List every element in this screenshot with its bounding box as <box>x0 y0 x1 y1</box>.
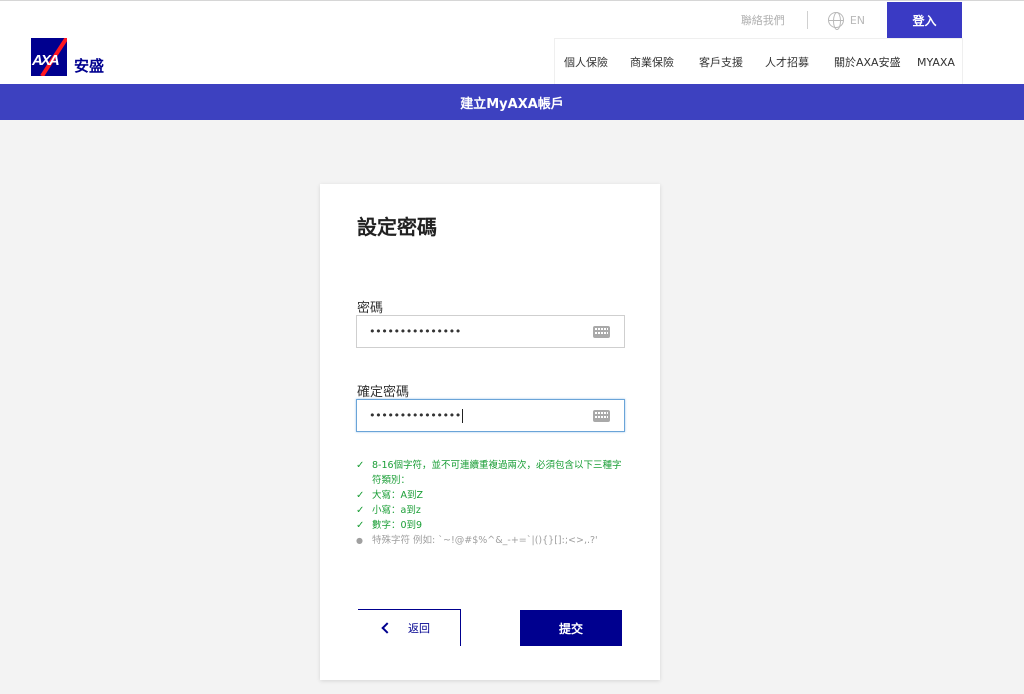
login-button[interactable]: 登入 <box>887 2 962 38</box>
rule-text: 小寫：a到z <box>372 505 421 516</box>
page-banner: 建立MyAXA帳戶 <box>0 84 1024 120</box>
nav-personal-insurance[interactable]: 個人保險 <box>564 54 608 70</box>
nav-customer-support[interactable]: 客戶支援 <box>699 54 743 70</box>
axa-logo[interactable]: AXA 安盛 <box>31 38 104 76</box>
keyboard-icon[interactable] <box>593 410 610 422</box>
rule-text: 數字：0到9 <box>372 520 423 531</box>
nav-business-insurance[interactable]: 商業保險 <box>630 54 674 70</box>
utility-divider <box>806 11 808 29</box>
axa-logo-mark: AXA <box>31 38 67 76</box>
utility-bar: 聯絡我們 EN 登入 <box>741 2 1024 38</box>
rule-item: ● 特殊字符 例如: `~!@#$%^&_-+=`|(){}[]:;<>,.?' <box>356 533 626 548</box>
chevron-left-icon <box>381 622 393 634</box>
main-nav: 個人保險 商業保險 客戶支援 人才招募 關於AXA安盛 MYAXA <box>555 39 962 85</box>
set-password-card: 設定密碼 密碼 ••••••••••••••• 確定密碼 •••••••••••… <box>320 184 660 680</box>
rule-item: ✓ 小寫：a到z <box>356 503 626 518</box>
check-icon: ✓ <box>356 490 365 501</box>
check-icon: ✓ <box>356 460 365 471</box>
contact-us-link[interactable]: 聯絡我們 <box>741 12 807 28</box>
nav-about-axa[interactable]: 關於AXA安盛 <box>834 54 901 70</box>
rule-item: ✓ 8‑16個字符，並不可連續重複過兩次，必須包含以下三種字符類別： <box>356 458 626 488</box>
banner-title: 建立MyAXA帳戶 <box>460 96 564 112</box>
submit-button[interactable]: 提交 <box>520 610 622 646</box>
form-title: 設定密碼 <box>357 215 437 239</box>
password-rules: ✓ 8‑16個字符，並不可連續重複過兩次，必須包含以下三種字符類別： ✓ 大寫：… <box>356 458 626 548</box>
text-caret <box>461 408 463 423</box>
logo-axa-text: AXA <box>32 52 60 69</box>
site-header: AXA 安盛 聯絡我們 EN 登入 個人保險 商業保險 客戶支援 人才招募 關於… <box>0 0 1024 85</box>
rule-text: 大寫：A到Z <box>372 490 424 501</box>
confirm-password-label: 確定密碼 <box>357 385 410 400</box>
globe-icon[interactable] <box>827 12 844 30</box>
language-switch[interactable]: EN <box>850 14 865 27</box>
rule-item: ✓ 大寫：A到Z <box>356 488 626 503</box>
check-icon: ✓ <box>356 505 365 516</box>
confirm-password-value: ••••••••••••••• <box>369 409 461 422</box>
keyboard-icon[interactable] <box>593 326 610 338</box>
password-field[interactable]: ••••••••••••••• <box>356 315 625 348</box>
rule-text: 特殊字符 例如: `~!@#$%^&_-+=`|(){}[]:;<>,.?' <box>372 535 598 546</box>
nav-myaxa[interactable]: MYAXA <box>917 56 955 69</box>
confirm-password-field[interactable]: ••••••••••••••• <box>356 399 625 432</box>
password-label: 密碼 <box>357 301 384 316</box>
rule-text: 8‑16個字符，並不可連續重複過兩次，必須包含以下三種字符類別： <box>372 460 622 486</box>
brand-name: 安盛 <box>74 56 105 75</box>
password-value: ••••••••••••••• <box>369 325 461 338</box>
back-button-label: 返回 <box>408 622 430 635</box>
nav-careers[interactable]: 人才招募 <box>765 54 809 70</box>
rule-item: ✓ 數字：0到9 <box>356 518 626 533</box>
check-icon: ✓ <box>356 520 365 531</box>
back-button[interactable]: 返回 <box>358 609 461 646</box>
bullet-icon: ● <box>356 536 363 545</box>
